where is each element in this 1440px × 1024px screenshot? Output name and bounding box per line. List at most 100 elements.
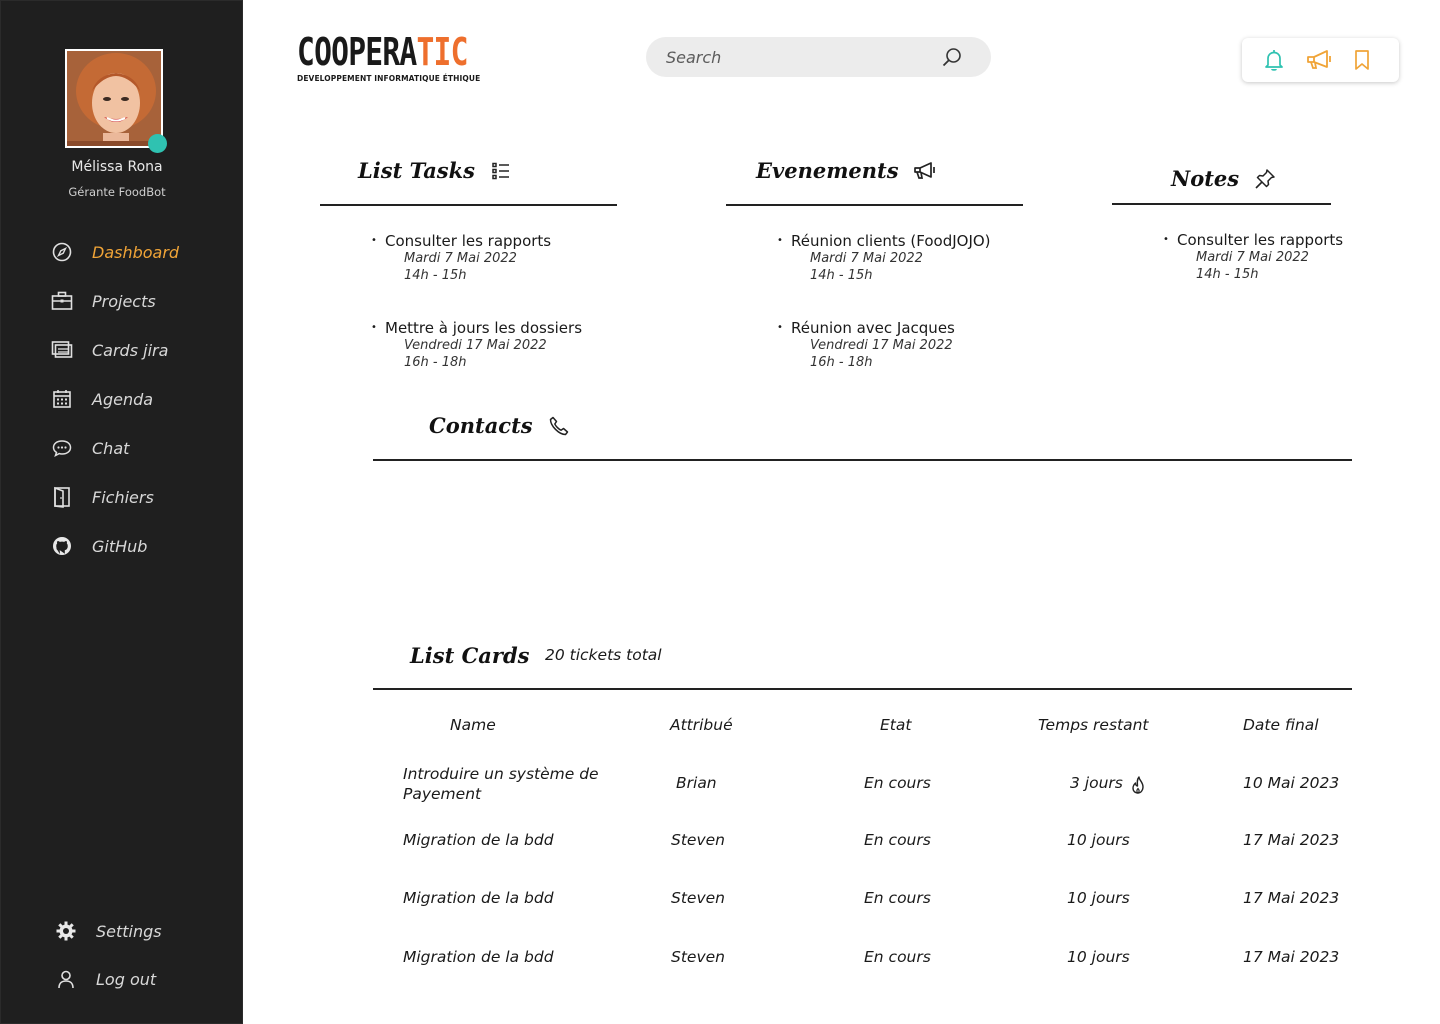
event-time: 16h - 18h	[810, 355, 873, 370]
user-role: Gérante FoodBot	[68, 185, 166, 199]
bookmark-icon[interactable]	[1350, 48, 1374, 72]
sidebar-item-fichiers[interactable]: Fichiers	[51, 482, 154, 512]
compass-icon	[51, 241, 73, 263]
list-icon	[489, 159, 513, 183]
sidebar-item-agenda[interactable]: Agenda	[51, 384, 153, 414]
tasks-divider	[320, 204, 617, 206]
sidebar-item-label: Cards jira	[92, 340, 169, 360]
card-assignee: Steven	[671, 831, 725, 849]
note-title: Consulter les rapports	[1177, 231, 1344, 249]
card-name: Introduire un système de Payement	[403, 765, 599, 803]
sidebar-item-dashboard[interactable]: Dashboard	[51, 237, 179, 267]
fire-icon	[1129, 775, 1149, 795]
sidebar-item-label: Agenda	[92, 389, 154, 409]
task-title: Consulter les rapports	[385, 232, 552, 250]
tasks-title: List Tasks	[358, 158, 475, 183]
notes-heading: Notes	[1171, 166, 1277, 191]
quick-actions	[1242, 38, 1399, 82]
sidebar-item-label: Settings	[96, 921, 162, 941]
list-item[interactable]: • Réunion clients (FoodJOJO) Mardi 7 Mai…	[777, 232, 1077, 287]
sidebar: Mélissa Rona Gérante FoodBot Dashboard P…	[0, 0, 243, 1024]
card-assignee: Steven	[671, 948, 725, 966]
search-bar	[646, 37, 991, 77]
card-remaining: 10 jours	[1067, 948, 1130, 966]
user-icon	[55, 968, 77, 990]
card-state: En cours	[864, 889, 931, 907]
megaphone-icon[interactable]	[1305, 48, 1333, 72]
column-header-state[interactable]: Etat	[880, 716, 911, 734]
pin-icon	[1253, 167, 1277, 191]
chat-icon	[51, 437, 73, 459]
tasks-heading: List Tasks	[358, 158, 513, 183]
sidebar-item-log-out[interactable]: Log out	[55, 964, 156, 994]
card-name: Migration de la bdd	[403, 948, 554, 966]
avatar[interactable]	[65, 49, 163, 148]
card-remaining: 3 jours	[1070, 774, 1123, 792]
event-title: Réunion avec Jacques	[791, 319, 955, 337]
column-header-assignee[interactable]: Attribué	[670, 716, 733, 734]
column-header-name[interactable]: Name	[450, 716, 496, 734]
events-heading: Evenements	[756, 158, 937, 183]
task-title: Mettre à jours les dossiers	[385, 319, 583, 337]
notes-divider	[1112, 203, 1331, 205]
card-state: En cours	[864, 774, 931, 792]
card-name: Migration de la bdd	[403, 889, 554, 907]
task-time: 16h - 18h	[404, 355, 467, 370]
sidebar-item-github[interactable]: GitHub	[51, 531, 147, 561]
tickets-total: 20 tickets total	[545, 646, 662, 664]
card-name: Migration de la bdd	[403, 831, 554, 849]
sidebar-item-cards-jira[interactable]: Cards jira	[51, 335, 168, 365]
sidebar-item-chat[interactable]: Chat	[51, 433, 129, 463]
card-due-date: 17 Mai 2023	[1243, 948, 1340, 966]
list-item[interactable]: • Consulter les rapports Mardi 7 Mai 202…	[371, 232, 671, 287]
gear-icon	[55, 920, 77, 942]
contacts-divider	[373, 459, 1352, 461]
sidebar-item-label: Projects	[92, 291, 156, 311]
search-input[interactable]	[666, 37, 936, 77]
events-divider	[726, 204, 1023, 206]
bell-icon[interactable]	[1262, 48, 1286, 72]
search-icon[interactable]	[941, 46, 963, 68]
card-state: En cours	[864, 831, 931, 849]
cards-heading: List Cards	[410, 643, 529, 668]
contacts-heading: Contacts	[429, 413, 571, 438]
app-logo[interactable]: COOPERATIC DEVELOPPEMENT INFORMATIQUE ÉT…	[297, 32, 516, 83]
sidebar-item-projects[interactable]: Projects	[51, 286, 156, 316]
note-time: 14h - 15h	[1196, 267, 1259, 282]
calendar-icon	[51, 388, 73, 410]
logo-wordmark: COOPERATIC	[297, 30, 468, 74]
sidebar-item-label: Fichiers	[92, 487, 154, 507]
cards-title: List Cards	[410, 643, 530, 668]
user-name: Mélissa Rona	[71, 159, 163, 175]
list-item[interactable]: • Mettre à jours les dossiers Vendredi 1…	[371, 319, 671, 374]
sidebar-item-label: GitHub	[92, 536, 148, 556]
notes-title: Notes	[1171, 166, 1240, 191]
megaphone-icon	[913, 159, 937, 183]
list-item[interactable]: • Consulter les rapports Mardi 7 Mai 202…	[1163, 231, 1383, 286]
card-assignee: Brian	[676, 774, 717, 792]
card-assignee: Steven	[671, 889, 725, 907]
logo-tagline: DEVELOPPEMENT INFORMATIQUE ÉTHIQUE	[297, 74, 481, 83]
task-time: 14h - 15h	[404, 268, 467, 283]
events-title: Evenements	[756, 158, 899, 183]
sidebar-item-label: Chat	[92, 438, 130, 458]
card-due-date: 17 Mai 2023	[1243, 889, 1340, 907]
event-title: Réunion clients (FoodJOJO)	[791, 232, 991, 250]
card-remaining: 10 jours	[1067, 831, 1130, 849]
event-date: Mardi 7 Mai 2022	[810, 251, 923, 266]
task-date: Vendredi 17 Mai 2022	[404, 338, 547, 353]
column-header-remaining[interactable]: Temps restant	[1038, 716, 1149, 734]
card-state: En cours	[864, 948, 931, 966]
github-icon	[51, 535, 73, 557]
contacts-title: Contacts	[429, 413, 533, 438]
list-item[interactable]: • Réunion avec Jacques Vendredi 17 Mai 2…	[777, 319, 1077, 374]
note-date: Mardi 7 Mai 2022	[1196, 250, 1309, 265]
event-time: 14h - 15h	[810, 268, 873, 283]
briefcase-icon	[51, 290, 73, 312]
sidebar-item-settings[interactable]: Settings	[55, 916, 162, 946]
door-icon	[51, 486, 73, 508]
event-date: Vendredi 17 Mai 2022	[810, 338, 953, 353]
sidebar-item-label: Dashboard	[92, 242, 180, 262]
card-due-date: 17 Mai 2023	[1243, 831, 1340, 849]
column-header-due-date[interactable]: Date final	[1243, 716, 1319, 734]
